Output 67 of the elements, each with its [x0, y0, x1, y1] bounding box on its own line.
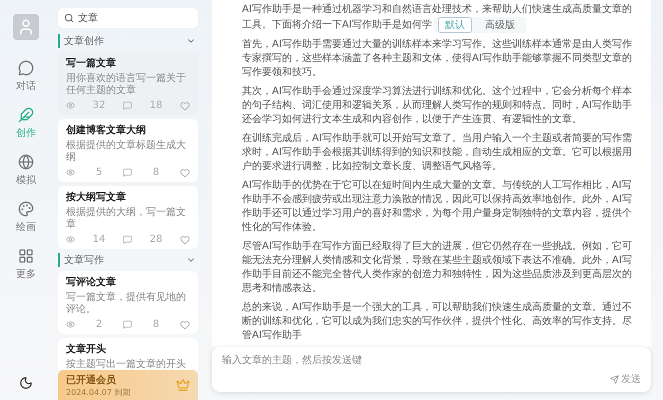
chat-icon: [18, 60, 34, 76]
article-paragraph: 其次，AI写作助手会通过深度学习算法进行训练和优化。这个过程中，它会分析每个样本的句子结构、词汇使用和逻辑关系，从而理解人类写作的规则和特点。同时，AI写作助手还会学习如何进行文本生成和内容创作，以便于产生连贯、有逻辑性的文章。: [242, 85, 633, 127]
article-paragraph: 总的来说，AI写作助手是一个强大的工具，可以帮助我们快速生成高质量的文章。通过不断的训练和优化，它可以成为我们忠实的写作伙伴，提供个性化、高效率的写作支持。尽管AI写作助手: [242, 301, 633, 343]
nav-item[interactable]: 对话: [16, 60, 36, 93]
moon-icon: [19, 376, 33, 390]
comment-icon: [123, 168, 132, 177]
search-icon: [64, 13, 74, 23]
view-count: 5: [96, 167, 102, 178]
card-description: 用你喜欢的语言写一篇关于任何主题的文章: [66, 73, 187, 97]
vip-expiry: 2024.04.07 到期: [66, 386, 130, 398]
view-count: 2: [96, 319, 102, 330]
article-paragraph: 尽管AI写作助手在写作方面已经取得了巨大的进展，但它仍然存在一些挑战。例如，它可能无法充分理解人类情感和文化背景，导致在某些主题或领域下表达不准确。此外，AI写作助手目前还不能完全替代人类作家的创造力和独特性，因为这些品质涉及到更高层次的思考和情感表达。: [242, 240, 633, 296]
comment-icon: [122, 101, 132, 110]
heart-icon[interactable]: [180, 234, 190, 244]
article-paragraph: AI写作助手的优势在于它可以在短时间内生成大量的文章。与传统的人工写作相比，AI写作助手不会感到疲劳或出现注意力涣散的情况，因此可以保持高效率地创作。此外，AI写作助手还可以通过学习用户的喜好和需求，为每个用户量身定制独特的文章内容，提供个性化的写作体验。: [242, 179, 633, 235]
card-title: 创建博客文章大纲: [66, 123, 147, 137]
card-description: 根据提供的文章标题生成大纲: [66, 140, 187, 164]
send-button[interactable]: 发送: [610, 372, 641, 386]
template-card[interactable]: 创建博客文章大纲 根据提供的文章标题生成大纲 5 8: [58, 119, 198, 182]
mode-option[interactable]: 高级版: [478, 17, 522, 33]
section-header[interactable]: 文章创作: [58, 34, 198, 48]
eye-icon: [66, 168, 75, 177]
crown-icon: [176, 378, 190, 392]
palette-icon: [18, 201, 34, 217]
article-paragraph: AI写作助手是一种通过机器学习和自然语言处理技术，来帮助人们快速生成高质量文章的工具。下面将介绍一下AI写作助手是如何学 默认 高级版: [242, 3, 633, 33]
comment-count: 8: [152, 319, 160, 330]
globe-icon: [18, 154, 34, 170]
send-icon: [610, 374, 619, 384]
nav-item[interactable]: 更多: [16, 248, 36, 281]
vip-title: 已开通会员: [66, 374, 117, 386]
heart-icon[interactable]: [180, 168, 190, 178]
grid-icon: [18, 248, 34, 264]
mode-option[interactable]: 默认: [438, 17, 472, 33]
card-description: 按主题写出一篇文章的开头: [66, 359, 187, 370]
template-card[interactable]: 按大纲写文章 根据提供的大纲，写一篇文章 14 28: [58, 186, 198, 249]
eye-icon: [66, 235, 75, 244]
card-title: 文章开头: [66, 342, 107, 356]
card-title: 写一篇文章: [66, 56, 117, 70]
template-card[interactable]: 写评论文章 写一篇文章，提供有见地的评论。 2 8: [58, 271, 198, 334]
view-count: 14: [92, 234, 106, 245]
dark-mode-button[interactable]: [19, 376, 33, 390]
comment-icon: [123, 320, 132, 329]
comment-count: 28: [150, 234, 162, 245]
view-count: 32: [92, 100, 106, 111]
search-field[interactable]: 文章: [58, 8, 198, 28]
comment-count: 18: [150, 100, 162, 111]
card-description: 根据提供的大纲，写一篇文章: [66, 207, 187, 231]
comment-count: 8: [152, 167, 160, 178]
section-header[interactable]: 文章写作: [58, 253, 198, 267]
card-title: 写评论文章: [66, 275, 117, 289]
article-paragraph: 在训练完成后，AI写作助手就可以开始写文章了。当用户输入一个主题或者简要的写作需求时，AI写作助手会根据其训练得到的知识和技能，自动生成相应的文章。它可以根据用户的要求进行调整，比如控制文章长度、调整语气风格等。: [242, 132, 633, 174]
eye-icon: [66, 320, 75, 329]
heart-icon[interactable]: [180, 100, 190, 110]
search-value: 文章: [78, 12, 98, 25]
heart-icon[interactable]: [180, 320, 190, 330]
avatar[interactable]: [13, 14, 39, 40]
card-title: 按大纲写文章: [66, 190, 127, 204]
article-paragraph: 首先，AI写作助手需要通过大量的训练样本来学习写作。这些训练样本通常是由人类写作专家撰写的，这些样本涵盖了各种主题和文体，使得AI写作助手能够掌握不同类型文章的写作要领和技巧。: [242, 38, 633, 80]
template-card[interactable]: 文章开头 按主题写出一篇文章的开头: [58, 338, 198, 370]
card-description: 写一篇文章，提供有见地的评论。: [66, 292, 187, 316]
feather-icon: [18, 107, 34, 123]
comment-icon: [122, 235, 132, 244]
template-card[interactable]: 写一篇文章 用你喜欢的语言写一篇关于任何主题的文章 32 18: [58, 52, 198, 115]
vip-card[interactable]: 已开通会员 2024.04.07 到期: [58, 370, 198, 400]
nav-item[interactable]: 绘画: [16, 201, 36, 234]
eye-icon: [66, 101, 75, 110]
nav-item[interactable]: 模拟: [16, 154, 36, 187]
